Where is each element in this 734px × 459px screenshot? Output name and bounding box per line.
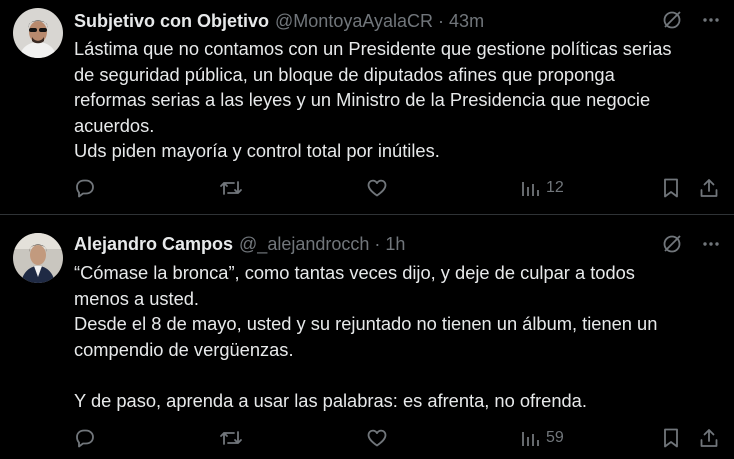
more-icon[interactable] [702,234,720,259]
separator-dot: · [374,233,381,254]
reply-button[interactable] [74,425,96,451]
views-count: 12 [546,179,564,196]
views-button[interactable]: 59 [514,425,564,451]
like-button[interactable] [366,425,388,451]
reply-icon [74,177,96,199]
author-name[interactable]: Subjetivo con Objetivo [74,11,269,32]
tweet-text-line: Uds piden mayoría y control total por in… [74,140,440,161]
tweet-text-line: menos a usted. [74,287,199,309]
tweet-header: Alejandro Campos @_alejandrocch · 1h [74,232,734,256]
separator-dot: · [438,10,445,31]
tweet-header-actions [662,234,720,259]
tweet-text-line: de seguridad pública, un bloque de diput… [74,63,615,85]
views-button[interactable]: 12 [514,175,564,201]
share-button[interactable] [698,425,720,451]
share-icon [698,177,720,199]
bookmark-icon [661,177,681,199]
tweet-text-line: Y de paso, aprenda a usar las palabras: … [74,389,587,411]
views-icon [520,178,540,198]
bookmark-icon [661,427,681,449]
tweet-text-line: reformas serias a las leyes y un Ministr… [74,89,651,110]
tweet-text: “Cómase la bronca”, como tantas veces di… [74,260,720,413]
tweet-header: Subjetivo con Objetivo @MontoyaAyalaCR ·… [74,9,734,33]
heart-icon [366,427,388,449]
share-icon [698,427,720,449]
heart-icon [366,177,388,199]
retweet-icon [219,427,243,449]
avatar[interactable] [13,8,63,58]
retweet-icon [219,177,243,199]
tweet-text-line: “Cómase la bronca”, como tantas veces di… [74,262,635,283]
timestamp[interactable]: 1h [385,234,405,255]
author-handle[interactable]: @_alejandrocch [239,234,369,255]
tweet-text-line: Desde el 8 de mayo, usted y su rejuntado… [74,313,658,334]
tweet-header-actions [662,10,720,35]
more-icon[interactable] [702,10,720,35]
tweet-text: Lástima que no contamos con un President… [74,36,720,164]
grok-icon[interactable] [662,10,682,35]
tweet-actions: 12 [74,175,722,201]
tweet-text-line: Lástima que no contamos con un President… [74,38,672,59]
retweet-button[interactable] [219,425,243,451]
views-count: 59 [546,429,564,446]
bookmark-button[interactable] [661,425,681,451]
tweet-actions: 59 [74,425,722,451]
views-icon [520,428,540,448]
like-button[interactable] [366,175,388,201]
tweet-text-line: compendio de vergüenzas. [74,338,294,360]
reply-icon [74,427,96,449]
tweet-text-line: acuerdos. [74,114,155,136]
author-handle[interactable]: @MontoyaAyalaCR [275,11,433,32]
share-button[interactable] [698,175,720,201]
author-name[interactable]: Alejandro Campos [74,234,233,255]
bookmark-button[interactable] [661,175,681,201]
retweet-button[interactable] [219,175,243,201]
avatar[interactable] [13,233,63,283]
timestamp[interactable]: 43m [449,11,484,32]
reply-button[interactable] [74,175,96,201]
grok-icon[interactable] [662,234,682,259]
